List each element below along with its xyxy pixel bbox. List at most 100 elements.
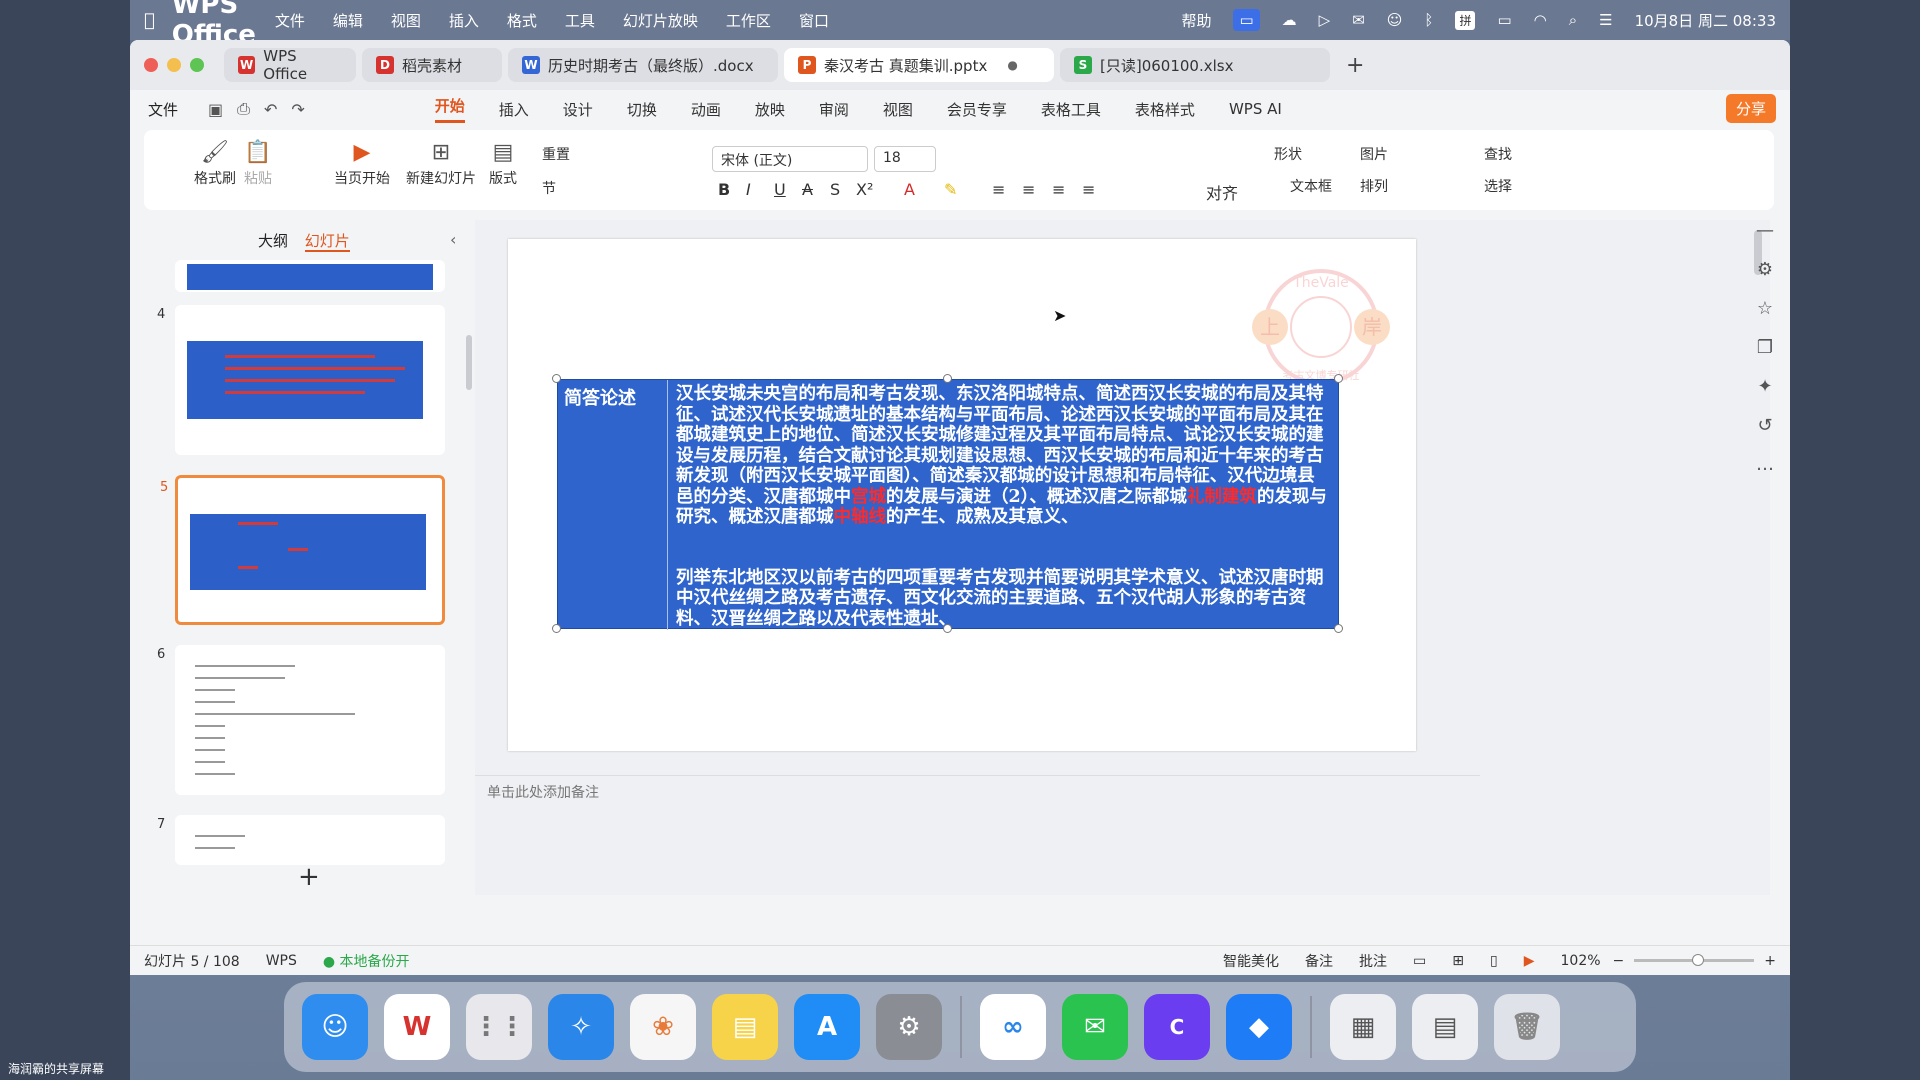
menu-format[interactable]: 格式: [507, 10, 537, 31]
zoom-level[interactable]: 102%: [1561, 953, 1601, 969]
slide-thumbnail-5[interactable]: 5: [160, 475, 445, 625]
comment-button[interactable]: 批注: [1359, 951, 1387, 971]
slide-thumbnail-6[interactable]: 6: [157, 645, 445, 795]
undo-icon[interactable]: ↶: [264, 100, 277, 119]
unsaved-dot-icon[interactable]: ●: [1007, 58, 1017, 72]
align-left-icon[interactable]: ≡: [992, 180, 1005, 199]
underline-icon[interactable]: U: [774, 180, 786, 199]
tab-outline[interactable]: 大纲: [258, 232, 288, 250]
shadow-icon[interactable]: S: [830, 180, 840, 199]
menu-slideshow[interactable]: 幻灯片放映: [623, 10, 698, 31]
ai-icon[interactable]: ✦: [1740, 376, 1790, 397]
zoom-window-button[interactable]: [190, 58, 204, 72]
font-color-icon[interactable]: A: [904, 180, 915, 199]
photos-icon[interactable]: ❀: [630, 994, 696, 1060]
align-center-icon[interactable]: ≡: [1022, 180, 1035, 199]
justify-icon[interactable]: ≡: [1082, 180, 1095, 199]
menu-workspace[interactable]: 工作区: [726, 10, 771, 31]
table-header-cell[interactable]: 简答论述: [558, 380, 668, 630]
collapse-rail-icon[interactable]: —: [1740, 220, 1790, 241]
bluetooth-icon[interactable]: ᛒ: [1424, 11, 1433, 29]
strikethrough-icon[interactable]: A: [802, 180, 813, 199]
menu-insert[interactable]: 插入: [449, 10, 479, 31]
app-store-icon[interactable]: A: [794, 994, 860, 1060]
table-content-cell[interactable]: 汉长安城未央宫的布局和考古发现、东汉洛阳城特点、简述西汉长安城的布局及其特征、试…: [668, 380, 1340, 630]
screenshot-stack-icon[interactable]: ▤: [1412, 994, 1478, 1060]
zoom-slider-knob[interactable]: [1692, 954, 1705, 966]
find-button[interactable]: 查找: [1484, 144, 1512, 164]
wps-cloud-button[interactable]: WPS: [266, 953, 297, 969]
resize-handle[interactable]: [1334, 624, 1343, 633]
selected-table[interactable]: 简答论述 汉长安城未央宫的布局和考古发现、东汉洛阳城特点、简述西汉长安城的布局及…: [557, 379, 1340, 630]
close-window-button[interactable]: [144, 58, 158, 72]
menu-help[interactable]: 帮助: [1181, 10, 1211, 31]
select-button[interactable]: 选择: [1484, 176, 1512, 196]
slide-panel-scrollbar[interactable]: [466, 335, 472, 390]
wechat-icon[interactable]: ✉: [1352, 11, 1365, 29]
play-icon[interactable]: ▷: [1319, 11, 1331, 29]
print-icon[interactable]: ⎙: [237, 99, 250, 119]
notes-toggle-button[interactable]: 备注: [1305, 951, 1333, 971]
menu-edit[interactable]: 编辑: [333, 10, 363, 31]
tab-transition[interactable]: 切换: [627, 99, 657, 120]
user-icon[interactable]: ☺: [1387, 11, 1403, 29]
textbox-button[interactable]: 文本框: [1290, 176, 1332, 196]
ime-indicator[interactable]: 拼: [1455, 10, 1476, 30]
trash-icon[interactable]: 🗑: [1494, 994, 1560, 1060]
picture-button[interactable]: 图片: [1360, 144, 1388, 164]
layout-button[interactable]: ▤ 版式: [489, 140, 517, 188]
tab-pptx[interactable]: P 秦汉考古 真题集训.pptx ●: [784, 48, 1054, 82]
wechat-app-icon[interactable]: ✉: [1062, 994, 1128, 1060]
launchpad-icon[interactable]: ⋮⋮: [466, 994, 532, 1060]
tab-design[interactable]: 设计: [563, 99, 593, 120]
add-slide-icon[interactable]: +: [298, 862, 320, 892]
redo-icon[interactable]: ↷: [291, 100, 304, 119]
normal-view-icon[interactable]: ▭: [1413, 953, 1426, 969]
safari-icon[interactable]: ✧: [548, 994, 614, 1060]
slide[interactable]: TheVale 上 岸 考古文博专研社 简答论述 汉长安城未央宫的布局和考古发现…: [508, 239, 1416, 751]
baidu-netdisk-icon[interactable]: ∞: [980, 994, 1046, 1060]
save-icon[interactable]: ▣: [208, 100, 223, 119]
tab-view[interactable]: 视图: [883, 99, 913, 120]
copy-icon[interactable]: ❐: [1740, 337, 1790, 358]
format-painter-button[interactable]: 🖌 格式刷: [194, 140, 236, 188]
paste-button[interactable]: 📋 粘贴: [244, 140, 272, 188]
tab-home[interactable]: 开始: [434, 95, 465, 123]
minimize-window-button[interactable]: [167, 58, 181, 72]
zoom-out-icon[interactable]: −: [1613, 953, 1625, 969]
resize-handle[interactable]: [1334, 374, 1343, 383]
align-right-icon[interactable]: ≡: [1052, 180, 1065, 199]
slide-thumbnail-3[interactable]: [175, 260, 445, 292]
zoom-in-icon[interactable]: +: [1764, 953, 1776, 969]
tab-slideshow[interactable]: 放映: [755, 99, 785, 120]
history-icon[interactable]: ↺: [1740, 415, 1790, 436]
file-menu-button[interactable]: 文件: [148, 99, 178, 120]
canva-icon[interactable]: C: [1144, 994, 1210, 1060]
tab-wps-ai[interactable]: WPS AI: [1229, 100, 1282, 118]
lark-icon[interactable]: ◆: [1226, 994, 1292, 1060]
new-tab-icon[interactable]: +: [1346, 53, 1364, 78]
battery-icon[interactable]: ▭: [1497, 11, 1511, 29]
share-button[interactable]: 分享: [1725, 94, 1776, 123]
baidu-icon[interactable]: ☁: [1282, 11, 1297, 29]
tab-review[interactable]: 审阅: [819, 99, 849, 120]
italic-icon[interactable]: I: [746, 180, 751, 199]
superscript-icon[interactable]: X²: [856, 180, 873, 199]
shape-button[interactable]: 形状: [1274, 144, 1302, 164]
sorter-view-icon[interactable]: ⊞: [1452, 953, 1464, 969]
more-icon[interactable]: …: [1740, 454, 1790, 475]
screen-share-icon[interactable]: ▭: [1233, 9, 1260, 31]
font-size-select[interactable]: 18: [874, 146, 936, 172]
system-settings-icon[interactable]: ⚙: [876, 994, 942, 1060]
properties-icon[interactable]: ⚙: [1740, 259, 1790, 280]
resize-handle[interactable]: [552, 624, 561, 633]
tab-table-style[interactable]: 表格样式: [1135, 99, 1195, 120]
arrange-button[interactable]: 排列: [1360, 176, 1388, 196]
tab-member[interactable]: 会员专享: [947, 99, 1007, 120]
resize-handle[interactable]: [943, 374, 952, 383]
tab-animation[interactable]: 动画: [691, 99, 721, 120]
star-icon[interactable]: ☆: [1740, 298, 1790, 319]
menu-tools[interactable]: 工具: [565, 10, 595, 31]
document-stack-icon[interactable]: ▦: [1330, 994, 1396, 1060]
resize-handle[interactable]: [552, 374, 561, 383]
